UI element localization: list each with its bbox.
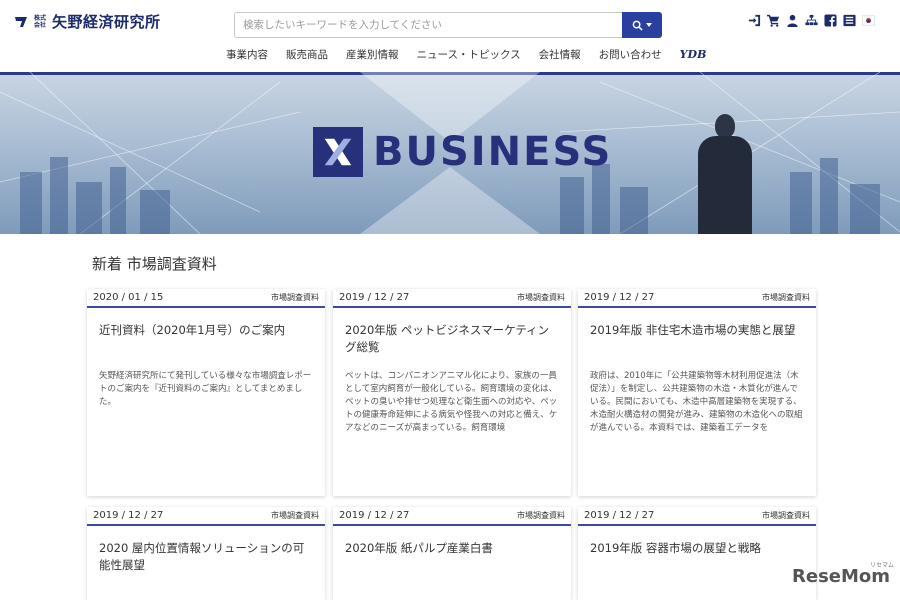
- main-nav: 事業内容 販売商品 産業別情報 ニュース・トピックス 会社情報 お問い合わせ Y…: [226, 47, 706, 62]
- nav-item-company[interactable]: 会社情報: [539, 47, 581, 62]
- card-date: 2019 / 12 / 27: [93, 510, 164, 521]
- card-title[interactable]: 2020年版 ペットビジネスマーケティング総覧: [333, 308, 571, 370]
- utility-icons: [748, 14, 875, 27]
- nav-item-ydb[interactable]: YDB: [680, 48, 707, 61]
- flag-icon[interactable]: [843, 14, 856, 27]
- report-card[interactable]: 2019 / 12 / 27 市場調査資料 2019年版 容器市場の展望と戦略: [578, 507, 816, 600]
- nav-item-business[interactable]: 事業内容: [226, 47, 268, 62]
- card-header: 2019 / 12 / 27 市場調査資料: [578, 289, 816, 308]
- card-title[interactable]: 2019年版 容器市場の展望と戦略: [578, 526, 816, 588]
- company-logo[interactable]: 株式 会社 矢野経済研究所: [14, 11, 161, 32]
- login-icon[interactable]: [748, 14, 761, 27]
- site-header: 株式 会社 矢野経済研究所 事業内容 販売商品 産業別情報 ニュース・トピックス…: [0, 0, 900, 72]
- sitemap-icon[interactable]: [805, 14, 818, 27]
- card-header: 2020 / 01 / 15 市場調査資料: [87, 289, 325, 308]
- search-bar: [234, 12, 662, 38]
- facebook-icon[interactable]: [824, 14, 837, 27]
- card-title[interactable]: 2020年版 紙パルプ産業白書: [333, 526, 571, 588]
- logo-small-text: 株式 会社: [34, 14, 47, 29]
- report-card[interactable]: 2019 / 12 / 27 市場調査資料 2020年版 ペットビジネスマーケテ…: [333, 289, 571, 496]
- nav-item-industry[interactable]: 産業別情報: [346, 47, 399, 62]
- hero-brand-text: BUSINESS: [373, 129, 613, 175]
- card-category: 市場調査資料: [271, 293, 319, 302]
- card-title[interactable]: 2019年版 非住宅木造市場の実態と展望: [578, 308, 816, 370]
- chevron-down-icon: [646, 23, 652, 27]
- cart-icon[interactable]: [767, 14, 780, 27]
- card-category: 市場調査資料: [762, 293, 810, 302]
- hero-banner[interactable]: BUSINESS: [0, 72, 900, 234]
- card-description: 矢野経済研究所にて発刊している様々な市場調査レポートのご案内を『近刊資料のご案内…: [99, 371, 312, 407]
- logo-mark-icon: [14, 15, 28, 29]
- card-date: 2019 / 12 / 27: [584, 292, 655, 303]
- card-category: 市場調査資料: [271, 511, 319, 520]
- card-date: 2019 / 12 / 27: [339, 292, 410, 303]
- card-header: 2019 / 12 / 27 市場調査資料: [333, 507, 571, 526]
- card-header: 2019 / 12 / 27 市場調査資料: [87, 507, 325, 526]
- korea-flag-icon[interactable]: [862, 14, 875, 27]
- x-logo-icon: [313, 127, 363, 177]
- report-card[interactable]: 2020 / 01 / 15 市場調査資料 近刊資料（2020年1月号）のご案内…: [87, 289, 325, 496]
- resemom-watermark: ReseMom リセマム: [792, 562, 895, 587]
- user-icon[interactable]: [786, 14, 799, 27]
- card-title[interactable]: 近刊資料（2020年1月号）のご案内: [87, 308, 325, 370]
- search-input[interactable]: [234, 12, 622, 38]
- search-icon: [632, 20, 643, 31]
- nav-item-news[interactable]: ニュース・トピックス: [417, 47, 521, 62]
- nav-item-products[interactable]: 販売商品: [286, 47, 328, 62]
- card-date: 2019 / 12 / 27: [584, 510, 655, 521]
- nav-item-contact[interactable]: お問い合わせ: [599, 47, 662, 62]
- card-header: 2019 / 12 / 27 市場調査資料: [578, 507, 816, 526]
- logo-name: 矢野経済研究所: [52, 13, 161, 31]
- section-title: 新着 市場調査資料: [92, 255, 217, 273]
- card-description: 政府は、2010年に「公共建築物等木材利用促進法（木促法）」を制定し、公共建築物…: [590, 371, 803, 433]
- card-category: 市場調査資料: [517, 293, 565, 302]
- report-card[interactable]: 2019 / 12 / 27 市場調査資料 2020 屋内位置情報ソリューション…: [87, 507, 325, 600]
- card-category: 市場調査資料: [517, 511, 565, 520]
- x-business-logo: BUSINESS: [313, 127, 612, 177]
- search-button[interactable]: [622, 12, 662, 38]
- card-title[interactable]: 2020 屋内位置情報ソリューションの可能性展望: [87, 526, 325, 588]
- card-header: 2019 / 12 / 27 市場調査資料: [333, 289, 571, 308]
- report-card[interactable]: 2019 / 12 / 27 市場調査資料 2019年版 非住宅木造市場の実態と…: [578, 289, 816, 496]
- card-date: 2019 / 12 / 27: [339, 510, 410, 521]
- report-card[interactable]: 2019 / 12 / 27 市場調査資料 2020年版 紙パルプ産業白書: [333, 507, 571, 600]
- card-description: ペットは、コンパニオンアニマル化により、家族の一員として室内飼育が一般化している…: [345, 371, 558, 433]
- card-date: 2020 / 01 / 15: [93, 292, 164, 303]
- businessman-silhouette: [690, 114, 760, 234]
- card-category: 市場調査資料: [762, 511, 810, 520]
